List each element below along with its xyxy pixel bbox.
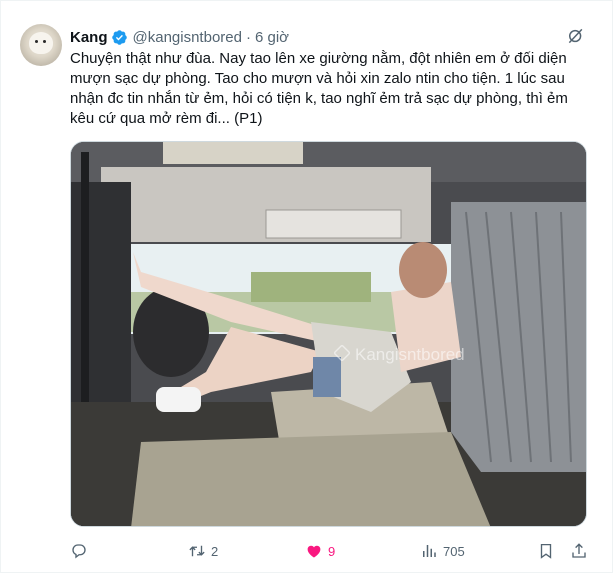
tweet-card[interactable]: Kang @kangisntbored · 6 giờ Chuyện thật … (0, 0, 613, 573)
post-time[interactable]: 6 giờ (255, 29, 289, 46)
bookmark-icon (540, 543, 552, 559)
heart-icon (307, 545, 321, 558)
repost-button[interactable]: 2 (188, 541, 218, 561)
verified-badge-icon (111, 29, 128, 46)
grok-icon[interactable] (566, 26, 588, 48)
share-icon (572, 543, 586, 558)
watermark-icon (333, 344, 351, 362)
views-count: 705 (443, 543, 465, 559)
post-text: Chuyện thật như đùa. Nay tao lên xe giườ… (70, 50, 568, 127)
tweet-header: Kang @kangisntbored · 6 giờ (70, 26, 588, 48)
avatar[interactable] (20, 24, 62, 66)
post-image[interactable]: Kangisntbored (70, 141, 587, 527)
separator-dot: · (245, 28, 251, 46)
like-count: 9 (328, 543, 336, 559)
reply-icon (72, 544, 86, 559)
views-button[interactable]: 705 (420, 541, 465, 561)
views-icon (423, 545, 436, 557)
action-bar: 2 9 705 (70, 541, 590, 561)
repost-icon (189, 545, 205, 557)
share-button[interactable] (570, 541, 588, 561)
like-button[interactable]: 9 (305, 541, 335, 561)
reply-button[interactable] (70, 541, 93, 561)
author-name[interactable]: Kang (70, 29, 108, 46)
author-handle[interactable]: @kangisntbored (133, 29, 242, 46)
bookmark-button[interactable] (537, 541, 555, 561)
repost-count: 2 (211, 543, 219, 559)
image-watermark: Kangisntbored (333, 344, 465, 365)
